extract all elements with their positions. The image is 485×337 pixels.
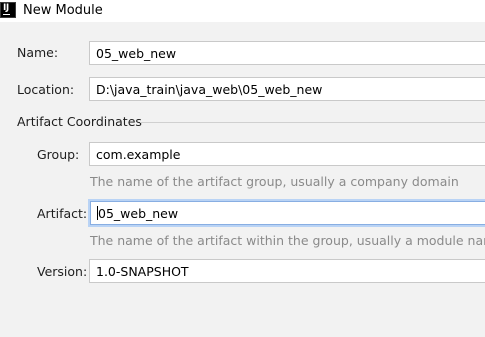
artifact-field[interactable]: 05_web_new (90, 201, 485, 225)
section-divider (140, 122, 485, 123)
window-title: New Module (23, 3, 103, 18)
artifact-hint: The name of the artifact within the grou… (90, 233, 485, 248)
location-field-value: D:\java_train\java_web\05_web_new (96, 82, 323, 97)
group-hint: The name of the artifact group, usually … (90, 174, 459, 189)
artifact-label: Artifact: (37, 206, 88, 221)
name-field[interactable]: 05_web_new (89, 41, 485, 65)
name-field-value: 05_web_new (96, 46, 177, 61)
name-label: Name: (17, 45, 59, 60)
location-label: Location: (17, 82, 75, 97)
artifact-field-value: 05_web_new (98, 206, 179, 221)
location-field[interactable]: D:\java_train\java_web\05_web_new (89, 77, 485, 101)
artifact-coordinates-title: Artifact Coordinates (17, 114, 142, 129)
group-field[interactable]: com.example (89, 142, 485, 166)
version-field[interactable]: 1.0-SNAPSHOT (89, 259, 485, 283)
version-field-value: 1.0-SNAPSHOT (96, 264, 189, 279)
group-label: Group: (37, 147, 80, 162)
title-bar: IJ New Module (0, 0, 485, 22)
group-field-value: com.example (96, 147, 181, 162)
version-label: Version: (37, 264, 88, 279)
intellij-idea-icon: IJ (0, 2, 16, 18)
